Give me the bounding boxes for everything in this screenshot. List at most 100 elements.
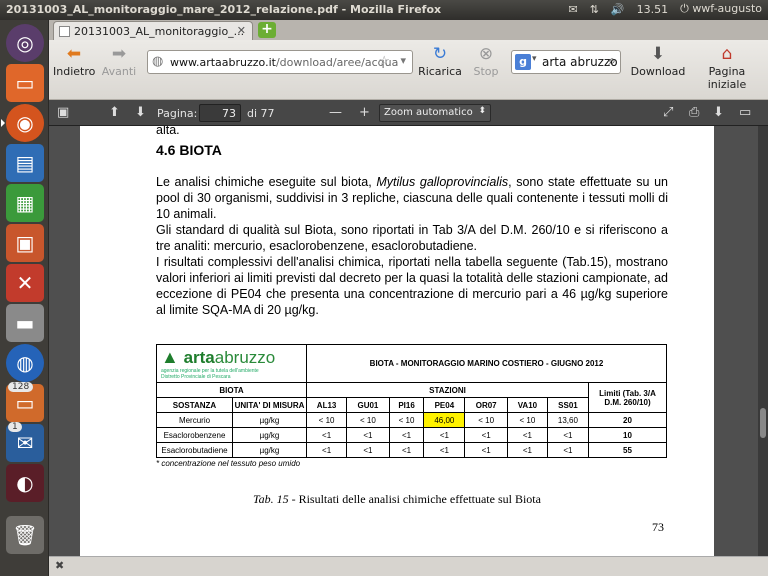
value-cell: <1	[423, 427, 466, 443]
scrollbar[interactable]	[758, 126, 768, 556]
table-row: Esaclorobenzene µg/kg <1 <1 <1 <1 <1 <1 …	[156, 427, 667, 443]
new-tab-button[interactable]: +	[258, 22, 276, 38]
files-icon[interactable]: ▭	[6, 64, 44, 102]
chevron-updown-icon: ⬍	[478, 106, 486, 116]
trash-icon[interactable]: 🗑	[6, 516, 44, 554]
bookmark-icon[interactable]: ▭	[739, 105, 751, 120]
calc-icon[interactable]: ▦	[6, 184, 44, 222]
system-tray: ✉ ⇅ 🔊 13.51 ⏻ wwf-augusto	[568, 2, 762, 16]
mail-badge: 1	[8, 422, 22, 432]
station-header: AL13	[305, 397, 348, 413]
value-cell: <1	[305, 442, 348, 458]
pdf-viewer[interactable]: alta. 4.6 BIOTA Le analisi chimiche eseg…	[49, 126, 768, 556]
settings-icon[interactable]: ✕	[6, 264, 44, 302]
fullscreen-icon[interactable]: ⤢	[663, 105, 673, 120]
close-addon-bar-icon[interactable]: ✖	[55, 559, 64, 572]
table-row: Mercurio µg/kg < 10 < 10 < 10 46,00 < 10…	[156, 412, 667, 428]
google-icon[interactable]: g	[515, 54, 531, 70]
value-cell: <1	[546, 442, 590, 458]
url-bar[interactable]: ◍ www.artaabruzzo.it/download/aree/acqua…	[147, 50, 413, 74]
print-icon[interactable]: ⎙	[689, 105, 699, 120]
mail-icon[interactable]: ✉	[568, 3, 577, 16]
substance-name: Mercurio	[156, 412, 233, 428]
forward-button[interactable]: ➡ Avanti	[99, 43, 139, 78]
scrollbar-thumb[interactable]	[760, 408, 766, 438]
station-header: PE04	[423, 397, 466, 413]
user-name: wwf-augusto	[692, 2, 762, 15]
firefox-icon[interactable]: ◉	[1, 104, 44, 142]
value-cell-highlighted: 46,00	[423, 412, 466, 428]
tab-bar: 20131003_AL_monitoraggio_... ✕ +	[49, 20, 768, 40]
biota-table: ▲ artaabruzzo agenzia regionale per la t…	[156, 344, 667, 458]
chevron-down-icon[interactable]: ▾	[400, 54, 406, 67]
station-header: SS01	[546, 397, 590, 413]
stop-button[interactable]: ⊗ Stop	[467, 43, 505, 78]
reload-icon: ↻	[432, 44, 448, 64]
value-cell: 13,60	[546, 412, 590, 428]
writer-icon[interactable]: ▤	[6, 144, 44, 182]
scanner-icon[interactable]: ▬	[6, 304, 44, 342]
logo-light: abruzzo	[214, 348, 276, 367]
bookmark-star-icon[interactable]: ☆	[378, 54, 390, 69]
value-cell: <1	[464, 442, 508, 458]
pdf-page: alta. 4.6 BIOTA Le analisi chimiche eseg…	[80, 126, 714, 556]
page-count: di 77	[247, 107, 275, 120]
logo-sub2: Distretto Provinciale di Pescara	[161, 374, 231, 380]
back-button[interactable]: ⬅ Indietro	[53, 43, 95, 78]
stop-icon: ⊗	[478, 44, 494, 64]
url-domain: www.artaabruzzo.it	[170, 56, 276, 69]
header-sostanza: SOSTANZA	[156, 397, 233, 413]
browser-window: 20131003_AL_monitoraggio_... ✕ + ⬅ Indie…	[49, 20, 768, 576]
station-header: PI16	[388, 397, 425, 413]
back-label: Indietro	[53, 65, 96, 78]
page-number-input[interactable]: 73	[199, 104, 241, 122]
limit-cell: 10	[588, 427, 667, 443]
table-group-row: BIOTA STAZIONI Limiti (Tab. 3/A D.M. 260…	[156, 382, 667, 413]
software-center-icon[interactable]: ▣	[6, 224, 44, 262]
app-icon[interactable]: ◐	[6, 464, 44, 502]
page-label: Pagina:	[157, 107, 198, 120]
reload-button[interactable]: ↻ Ricarica	[417, 43, 463, 78]
pdf-toolbar: ▣ ⬆ ⬇ Pagina: 73 di 77 — + Zoom automati…	[49, 100, 768, 126]
download-icon: ⬇	[650, 44, 666, 64]
paragraph-3: I risultati complessivi dell'analisi chi…	[156, 255, 668, 317]
status-bar: ✖	[49, 556, 768, 576]
paragraph-1: Le analisi chimiche eseguite sul biota, …	[156, 174, 668, 222]
header-stazioni: STAZIONI	[306, 382, 589, 398]
folder-icon[interactable]: 128 ▭	[6, 382, 44, 422]
sidebar-toggle-icon[interactable]: ▣	[57, 105, 69, 120]
keyboard-icon[interactable]: ⇅	[590, 3, 599, 16]
search-engine-dropdown-icon[interactable]: ▾	[532, 54, 537, 64]
search-icon[interactable]: ⌕	[608, 53, 616, 69]
arta-logo: ▲ artaabruzzo agenzia regionale per la t…	[156, 344, 307, 383]
unit-cell: µg/kg	[232, 412, 307, 428]
zoom-out-icon[interactable]: —	[329, 105, 342, 120]
close-tab-icon[interactable]: ✕	[237, 24, 246, 37]
previous-page-icon[interactable]: ⬆	[109, 105, 120, 120]
home-button[interactable]: ⌂ Pagina iniziale	[689, 43, 765, 91]
paragraph-2: Gli standard di qualità sul Biota, sono …	[156, 223, 668, 253]
substance-name: Esaclorobutadiene	[156, 442, 233, 458]
ubuntu-dash-icon[interactable]: ◎	[6, 24, 44, 62]
zoom-select[interactable]: Zoom automatico ⬍	[379, 104, 491, 122]
user-menu[interactable]: ⏻ wwf-augusto	[680, 2, 762, 16]
value-cell: <1	[305, 427, 348, 443]
clock[interactable]: 13.51	[637, 3, 669, 16]
stop-label: Stop	[473, 65, 499, 78]
save-icon[interactable]: ⬇	[713, 105, 724, 120]
zoom-in-icon[interactable]: +	[359, 105, 370, 120]
search-box[interactable]: g ▾ arta abruzzo ⌕	[511, 50, 621, 74]
download-button[interactable]: ⬇ Download	[629, 43, 687, 78]
caption-text: - Risultati delle analisi chimiche effet…	[288, 492, 541, 506]
unit-cell: µg/kg	[232, 442, 307, 458]
value-cell: < 10	[388, 412, 425, 428]
thunderbird-icon[interactable]: 1 ✉	[6, 422, 44, 462]
value-cell: <1	[388, 442, 425, 458]
next-page-icon[interactable]: ⬇	[135, 105, 146, 120]
value-cell: < 10	[506, 412, 548, 428]
forward-label: Avanti	[101, 65, 137, 78]
volume-icon[interactable]: 🔊	[611, 3, 625, 16]
search-input[interactable]: arta abruzzo	[542, 55, 618, 69]
globe-icon[interactable]: ◍	[6, 344, 44, 382]
tab-pdf[interactable]: 20131003_AL_monitoraggio_... ✕	[53, 21, 253, 40]
